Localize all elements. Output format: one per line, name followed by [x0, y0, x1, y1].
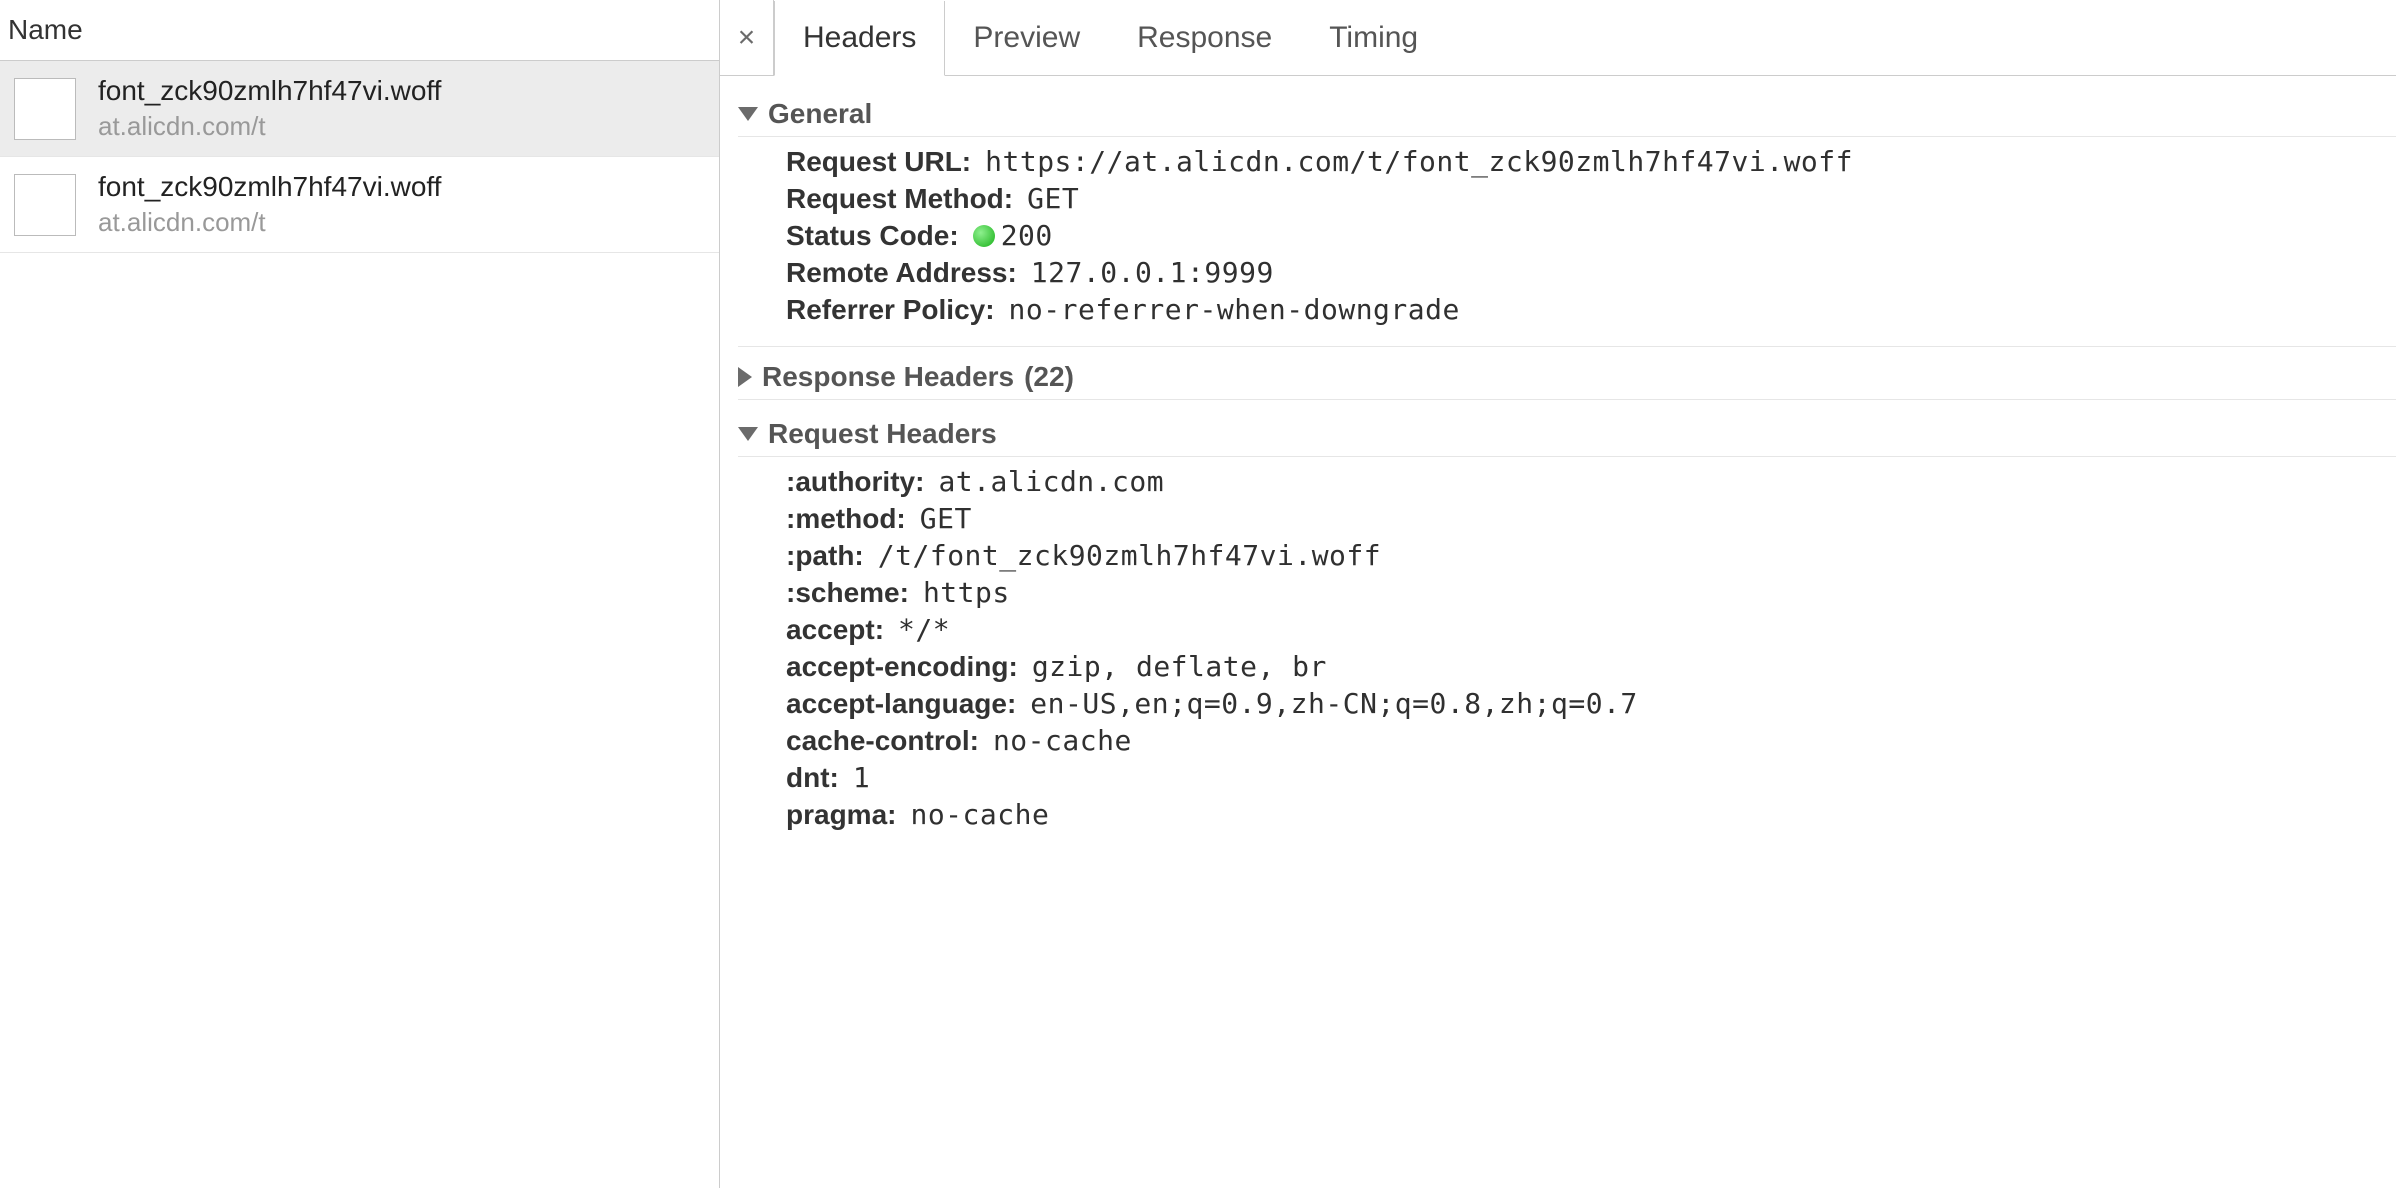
response-headers-count: (22)	[1024, 361, 1074, 393]
chevron-down-icon	[738, 107, 758, 121]
request-domain: at.alicdn.com/t	[98, 207, 441, 238]
request-text: font_zck90zmlh7hf47vi.woff at.alicdn.com…	[98, 75, 441, 142]
kv-value: https://at.alicdn.com/t/font_zck90zmlh7h…	[985, 145, 1853, 178]
kv-key: Request Method:	[786, 183, 1013, 215]
kv-value: no-cache	[993, 724, 1132, 757]
kv-key: Remote Address:	[786, 257, 1017, 289]
request-list-panel: Name font_zck90zmlh7hf47vi.woff at.alicd…	[0, 0, 720, 1188]
kv-row: :path: /t/font_zck90zmlh7hf47vi.woff	[786, 537, 2396, 574]
kv-row: :scheme: https	[786, 574, 2396, 611]
kv-key: dnt:	[786, 762, 839, 794]
kv-row: accept-language: en-US,en;q=0.9,zh-CN;q=…	[786, 685, 2396, 722]
kv-key: accept-encoding:	[786, 651, 1018, 683]
kv-value: no-referrer-when-downgrade	[1009, 293, 1460, 326]
status-code-value: 200	[1001, 219, 1053, 252]
tab-timing[interactable]: Timing	[1301, 0, 1447, 75]
kv-value: /t/font_zck90zmlh7hf47vi.woff	[878, 539, 1381, 572]
section-toggle-general[interactable]: General	[738, 92, 2396, 137]
section-title: General	[768, 98, 872, 130]
kv-key: accept:	[786, 614, 884, 646]
kv-row: Status Code: 200	[786, 217, 2396, 254]
section-general: General Request URL: https://at.alicdn.c…	[720, 88, 2396, 342]
kv-row: :method: GET	[786, 500, 2396, 537]
kv-value: at.alicdn.com	[938, 465, 1164, 498]
tabs-row: × Headers Preview Response Timing	[720, 0, 2396, 76]
kv-value: https	[923, 576, 1010, 609]
kv-row: Referrer Policy: no-referrer-when-downgr…	[786, 291, 2396, 328]
kv-row: pragma: no-cache	[786, 796, 2396, 833]
kv-value: GET	[920, 502, 972, 535]
kv-value: en-US,en;q=0.9,zh-CN;q=0.8,zh;q=0.7	[1030, 687, 1638, 720]
kv-key: pragma:	[786, 799, 896, 831]
request-name: font_zck90zmlh7hf47vi.woff	[98, 171, 441, 203]
kv-value: 127.0.0.1:9999	[1031, 256, 1274, 289]
close-icon[interactable]: ×	[720, 0, 774, 75]
chevron-down-icon	[738, 427, 758, 441]
request-headers-rows: :authority: at.alicdn.com :method: GET :…	[738, 461, 2396, 843]
section-request-headers: Request Headers :authority: at.alicdn.co…	[720, 408, 2396, 847]
tab-response[interactable]: Response	[1109, 0, 1301, 75]
kv-key: :method:	[786, 503, 906, 535]
kv-value: gzip, deflate, br	[1032, 650, 1327, 683]
file-icon	[14, 78, 76, 140]
kv-value: 200	[973, 219, 1053, 252]
kv-value: no-cache	[910, 798, 1049, 831]
kv-value: GET	[1027, 182, 1079, 215]
kv-key: Request URL:	[786, 146, 971, 178]
request-list: font_zck90zmlh7hf47vi.woff at.alicdn.com…	[0, 61, 719, 1188]
kv-key: cache-control:	[786, 725, 979, 757]
section-title: Request Headers	[768, 418, 997, 450]
file-icon	[14, 174, 76, 236]
kv-row: dnt: 1	[786, 759, 2396, 796]
chevron-right-icon	[738, 367, 752, 387]
section-toggle-request-headers[interactable]: Request Headers	[738, 412, 2396, 457]
detail-panel: × Headers Preview Response Timing Genera…	[720, 0, 2396, 1188]
tab-preview[interactable]: Preview	[945, 0, 1109, 75]
kv-key: :scheme:	[786, 577, 909, 609]
kv-row: cache-control: no-cache	[786, 722, 2396, 759]
kv-value: 1	[853, 761, 870, 794]
tab-headers[interactable]: Headers	[774, 1, 945, 76]
detail-body[interactable]: General Request URL: https://at.alicdn.c…	[720, 76, 2396, 1188]
kv-key: Referrer Policy:	[786, 294, 995, 326]
section-title: Response Headers	[762, 361, 1014, 393]
kv-row: accept-encoding: gzip, deflate, br	[786, 648, 2396, 685]
kv-key: Status Code:	[786, 220, 959, 252]
kv-row: accept: */*	[786, 611, 2396, 648]
kv-key: :path:	[786, 540, 864, 572]
section-response-headers: Response Headers (22)	[720, 342, 2396, 408]
section-toggle-response-headers[interactable]: Response Headers (22)	[738, 346, 2396, 400]
kv-row: Remote Address: 127.0.0.1:9999	[786, 254, 2396, 291]
kv-row: Request URL: https://at.alicdn.com/t/fon…	[786, 143, 2396, 180]
kv-key: accept-language:	[786, 688, 1016, 720]
general-rows: Request URL: https://at.alicdn.com/t/fon…	[738, 141, 2396, 338]
kv-row: :authority: at.alicdn.com	[786, 463, 2396, 500]
status-dot-icon	[973, 225, 995, 247]
request-name: font_zck90zmlh7hf47vi.woff	[98, 75, 441, 107]
request-item[interactable]: font_zck90zmlh7hf47vi.woff at.alicdn.com…	[0, 61, 719, 157]
name-column-header[interactable]: Name	[0, 0, 719, 61]
request-text: font_zck90zmlh7hf47vi.woff at.alicdn.com…	[98, 171, 441, 238]
request-domain: at.alicdn.com/t	[98, 111, 441, 142]
kv-row: Request Method: GET	[786, 180, 2396, 217]
kv-value: */*	[898, 613, 950, 646]
kv-key: :authority:	[786, 466, 924, 498]
request-item[interactable]: font_zck90zmlh7hf47vi.woff at.alicdn.com…	[0, 157, 719, 253]
